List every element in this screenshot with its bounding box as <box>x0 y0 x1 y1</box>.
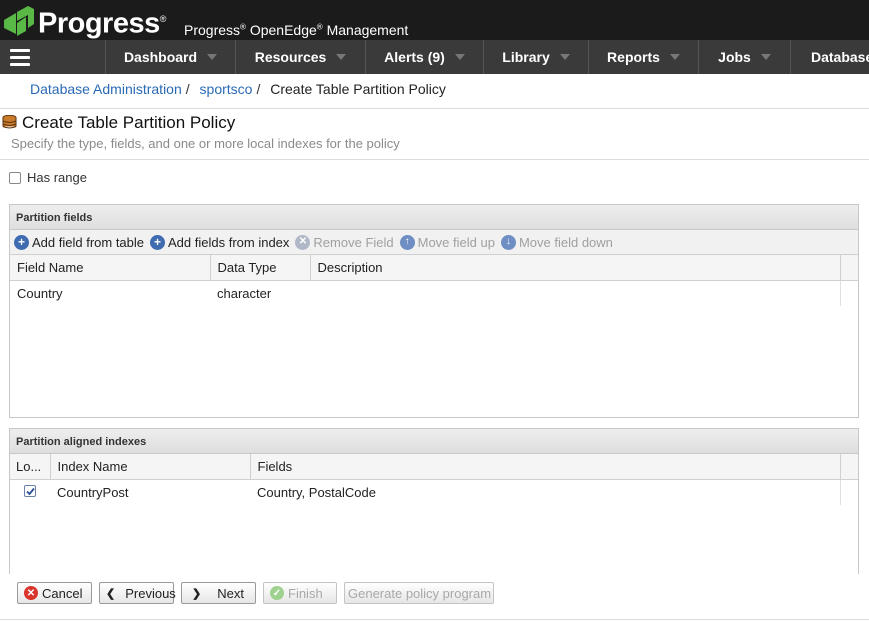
progress-logo: Progress® <box>4 3 166 40</box>
add-field-from-table-button[interactable]: + Add field from table <box>14 234 144 250</box>
partition-fields-title: Partition fields <box>10 205 858 230</box>
generate-policy-program-button[interactable]: Generate policy program <box>344 582 494 604</box>
partition-fields-table: Field Name Data Type Description Country… <box>10 255 858 306</box>
progress-logo-icon <box>4 6 34 37</box>
column-header-field-name[interactable]: Field Name <box>10 255 211 281</box>
app-title: Progress® OpenEdge® Management <box>184 22 409 38</box>
field-name-cell: Country <box>17 285 63 301</box>
arrow-up-icon: ↑ <box>399 234 415 250</box>
finish-button[interactable]: ✓ Finish <box>263 582 337 604</box>
description-cell <box>310 280 840 306</box>
chevron-down-icon <box>336 54 347 60</box>
plus-icon: + <box>150 234 166 250</box>
wizard-buttons: ✕ Cancel ❮ Previous ❯ Next ✓ Finish Gene… <box>17 582 494 604</box>
column-header-spacer <box>840 454 858 480</box>
column-header-spacer <box>840 255 858 281</box>
local-checkbox[interactable] <box>24 484 36 497</box>
checkmark-icon <box>26 487 35 496</box>
divider <box>0 619 869 620</box>
breadcrumb-database-administration[interactable]: Database Administration <box>30 81 182 97</box>
table-row[interactable]: Country character <box>10 280 858 306</box>
menu-icon[interactable] <box>0 40 40 74</box>
arrow-left-icon: ❮ <box>106 587 116 600</box>
chevron-down-icon <box>760 54 771 60</box>
page-title: Create Table Partition Policy <box>22 113 236 132</box>
breadcrumb-sportsco[interactable]: sportsco <box>200 81 253 97</box>
cancel-icon: ✕ <box>24 586 38 600</box>
nav-databases[interactable]: Databases <box>790 40 869 74</box>
main-nav: Dashboard Resources Alerts (9) Library R… <box>0 40 869 74</box>
data-type-cell: character <box>217 285 272 301</box>
chevron-down-icon <box>669 54 680 60</box>
column-header-index-name[interactable]: Index Name <box>50 454 251 480</box>
remove-field-button[interactable]: ✕ Remove Field <box>295 234 394 250</box>
nav-alerts[interactable]: Alerts (9) <box>365 40 483 74</box>
breadcrumb-current: Create Table Partition Policy <box>270 81 446 97</box>
chevron-down-icon <box>454 54 465 60</box>
aligned-indexes-table: Lo... Index Name Fields CountryPost Coun… <box>10 454 858 505</box>
index-name-cell: CountryPost <box>57 484 129 500</box>
has-range-checkbox[interactable] <box>9 171 21 184</box>
page-subtitle: Specify the type, fields, and one or mor… <box>11 136 400 151</box>
arrow-right-icon: ❯ <box>192 587 202 600</box>
close-icon: ✕ <box>295 234 311 250</box>
table-row[interactable]: CountryPost Country, PostalCode <box>10 479 858 505</box>
next-button[interactable]: ❯ Next <box>181 582 256 604</box>
has-range-label: Has range <box>27 170 87 185</box>
column-header-fields[interactable]: Fields <box>250 454 841 480</box>
nav-reports[interactable]: Reports <box>588 40 698 74</box>
aligned-indexes-panel: Partition aligned indexes Lo... Index Na… <box>9 428 859 574</box>
local-cell <box>10 479 50 505</box>
has-range-option[interactable]: Has range <box>9 170 87 185</box>
column-header-data-type[interactable]: Data Type <box>210 255 311 281</box>
arrow-down-icon: ↓ <box>500 234 516 250</box>
partition-fields-panel: Partition fields + Add field from table … <box>9 204 859 418</box>
plus-icon: + <box>14 234 29 250</box>
aligned-indexes-title: Partition aligned indexes <box>10 429 858 454</box>
column-header-description[interactable]: Description <box>310 255 841 281</box>
chevron-down-icon <box>559 54 570 60</box>
add-fields-from-index-button[interactable]: + Add fields from index <box>150 234 289 250</box>
divider <box>0 108 869 109</box>
nav-dashboard[interactable]: Dashboard <box>105 40 235 74</box>
chevron-down-icon <box>207 54 218 60</box>
move-field-down-button[interactable]: ↓ Move field down <box>500 234 613 250</box>
column-header-local[interactable]: Lo... <box>10 454 51 480</box>
move-field-up-button[interactable]: ↑ Move field up <box>399 234 495 250</box>
partition-fields-toolbar: + Add field from table + Add fields from… <box>10 230 858 255</box>
nav-resources[interactable]: Resources <box>235 40 365 74</box>
divider <box>0 159 869 160</box>
fields-cell: Country, PostalCode <box>257 484 376 500</box>
previous-button[interactable]: ❮ Previous <box>99 582 176 604</box>
database-icon <box>2 115 17 129</box>
top-header: Progress® Progress® OpenEdge® Management <box>0 0 869 40</box>
check-circle-icon: ✓ <box>270 586 284 600</box>
cancel-button[interactable]: ✕ Cancel <box>17 582 92 604</box>
nav-jobs[interactable]: Jobs <box>698 40 790 74</box>
breadcrumb: Database Administration / sportsco / Creat… <box>30 81 446 97</box>
nav-library[interactable]: Library <box>483 40 588 74</box>
